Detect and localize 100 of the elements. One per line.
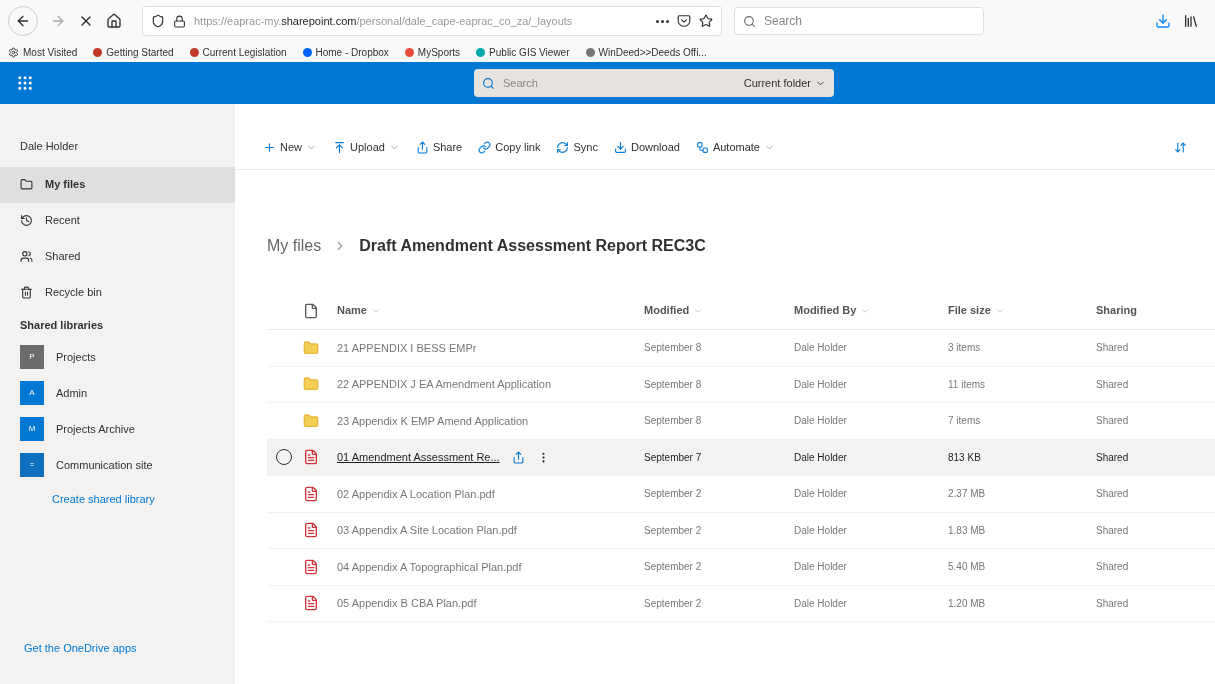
file-size: 11 items xyxy=(948,377,987,392)
modified-date: September 8 xyxy=(644,414,703,429)
file-row[interactable]: 21 APPENDIX I BESS EMPr September 8 Dale Holder 3 items Shared xyxy=(267,330,1215,367)
breadcrumb-link[interactable]: My files xyxy=(267,234,322,258)
clock-icon xyxy=(20,214,33,227)
command-button[interactable]: Download xyxy=(613,139,680,156)
command-button[interactable]: Copy link xyxy=(478,139,541,156)
modified-date: September 8 xyxy=(644,377,703,392)
library-badge: M xyxy=(20,417,44,441)
pdf-file-icon xyxy=(303,595,319,612)
lock-icon xyxy=(173,14,186,28)
browser-search-field[interactable]: Search xyxy=(734,7,984,35)
sort-icon[interactable] xyxy=(1174,141,1187,154)
bookmark-item[interactable]: Getting Started xyxy=(93,44,174,60)
pocket-icon[interactable] xyxy=(677,14,691,28)
file-row[interactable]: 03 Appendix A Site Location Plan.pdf September 2 Dale Holder 1.83 MB Shared xyxy=(267,512,1215,549)
site-icon xyxy=(404,47,414,57)
get-apps-link[interactable]: Get the OneDrive apps xyxy=(0,639,235,684)
folder-icon xyxy=(303,339,319,356)
library-item[interactable]: A Admin xyxy=(0,375,235,411)
nav-item[interactable]: My files xyxy=(0,166,235,203)
file-name[interactable]: 01 Amendment Assessment Re... xyxy=(337,449,500,466)
breadcrumb-current: Draft Amendment Assessment Report REC3C xyxy=(359,236,706,256)
bookmark-item[interactable]: Public GIS Viewer xyxy=(476,44,570,60)
file-size: 7 items xyxy=(948,414,982,429)
file-name[interactable]: 23 Appendix K EMP Amend Application xyxy=(337,412,529,429)
command-button[interactable]: Share xyxy=(415,139,463,156)
bookmark-item[interactable]: WinDeed>>Deeds Offi... xyxy=(585,44,707,60)
home-icon[interactable] xyxy=(106,13,122,29)
column-header[interactable]: Name xyxy=(337,302,381,319)
create-library-link[interactable]: Create shared library xyxy=(0,483,235,516)
sync-icon xyxy=(556,141,570,154)
bookmark-item[interactable]: Current Legislation xyxy=(189,44,287,60)
library-badge: = xyxy=(20,453,44,477)
more-dots-icon[interactable] xyxy=(656,19,669,23)
file-name[interactable]: 04 Appendix A Topographical Plan.pdf xyxy=(337,558,522,575)
modified-by: Dale Holder xyxy=(794,414,848,429)
file-size: 1.83 MB xyxy=(948,523,987,538)
upload-icon xyxy=(333,141,346,154)
file-type-icon xyxy=(303,302,319,319)
download-icon[interactable] xyxy=(1155,13,1171,29)
file-size: 2.37 MB xyxy=(948,487,987,502)
library-item[interactable]: = Communication site xyxy=(0,447,235,483)
column-header[interactable]: Modified By xyxy=(794,302,871,319)
search-icon xyxy=(743,14,756,28)
bookmark-item[interactable]: Home - Dropbox xyxy=(302,44,389,60)
nav-item[interactable]: Shared xyxy=(0,238,235,275)
site-icon xyxy=(189,47,199,57)
column-header[interactable]: Modified xyxy=(644,302,704,319)
command-button[interactable]: New xyxy=(263,139,317,156)
modified-date: September 8 xyxy=(644,341,703,356)
modified-by: Dale Holder xyxy=(794,596,848,611)
bookmark-item[interactable]: MySports xyxy=(404,44,461,60)
file-row[interactable]: 05 Appendix B CBA Plan.pdf September 2 Dale Holder 1.20 MB Shared xyxy=(267,585,1215,622)
user-name: Dale Holder xyxy=(19,139,80,154)
file-name[interactable]: 21 APPENDIX I BESS EMPr xyxy=(337,339,477,356)
command-button[interactable]: Sync xyxy=(556,139,598,156)
file-row[interactable]: 04 Appendix A Topographical Plan.pdf September 2 Dale Holder 5.40 MB Shared xyxy=(267,549,1215,586)
library-item[interactable]: P Projects xyxy=(0,339,235,375)
nav-item[interactable]: Recent xyxy=(0,202,235,239)
modified-date: September 2 xyxy=(644,487,703,502)
file-name[interactable]: 03 Appendix A Site Location Plan.pdf xyxy=(337,522,517,539)
file-row[interactable]: 22 APPENDIX J EA Amendment Application September 8 Dale Holder 11 items Shared xyxy=(267,366,1215,403)
file-name[interactable]: 22 APPENDIX J EA Amendment Application xyxy=(337,376,551,393)
trash-icon xyxy=(20,286,33,299)
command-button[interactable]: Upload xyxy=(333,139,400,156)
people-icon xyxy=(20,250,33,263)
command-button[interactable]: Automate xyxy=(695,139,775,156)
nav-item[interactable]: Recycle bin xyxy=(0,274,235,311)
column-header[interactable]: File size xyxy=(948,302,1005,319)
site-icon xyxy=(93,47,103,57)
sharing-status: Shared xyxy=(1096,596,1130,611)
modified-by: Dale Holder xyxy=(794,450,848,465)
bookmark-item[interactable]: Most Visited xyxy=(8,44,78,60)
column-header[interactable]: Sharing xyxy=(1096,302,1137,319)
file-name[interactable]: 02 Appendix A Location Plan.pdf xyxy=(337,485,495,502)
share-icon xyxy=(415,141,429,154)
library-icon[interactable] xyxy=(1183,13,1199,29)
sharing-status: Shared xyxy=(1096,487,1130,502)
modified-by: Dale Holder xyxy=(794,560,848,575)
site-icon xyxy=(476,47,486,57)
file-row[interactable]: 02 Appendix A Location Plan.pdf September 2 Dale Holder 2.37 MB Shared xyxy=(267,476,1215,513)
file-name[interactable]: 05 Appendix B CBA Plan.pdf xyxy=(337,595,477,612)
file-row[interactable]: 23 Appendix K EMP Amend Application September 8 Dale Holder 7 items Shared xyxy=(267,403,1215,440)
plus-icon xyxy=(263,141,276,154)
file-size: 3 items xyxy=(948,341,982,356)
sharing-status: Shared xyxy=(1096,523,1130,538)
library-item[interactable]: M Projects Archive xyxy=(0,411,235,447)
file-row[interactable]: 01 Amendment Assessment Re... September 7 Dale Holder 813 KB Shared xyxy=(267,439,1215,476)
search-field[interactable]: Search Current folder xyxy=(474,69,834,97)
sharing-status: Shared xyxy=(1096,341,1130,356)
download-icon xyxy=(613,141,627,154)
library-badge: P xyxy=(20,345,44,369)
shield-icon xyxy=(151,14,165,28)
scope-dropdown[interactable]: Current folder xyxy=(743,74,826,92)
share-icon[interactable] xyxy=(511,450,525,464)
app-launcher-icon[interactable] xyxy=(16,74,34,92)
sharing-status: Shared xyxy=(1096,414,1130,429)
address-bar[interactable]: https://eaprac-my.sharepoint.com/personal/dale_cape-eaprac_co_za/_layouts xyxy=(142,6,722,36)
star-icon[interactable] xyxy=(699,14,713,28)
